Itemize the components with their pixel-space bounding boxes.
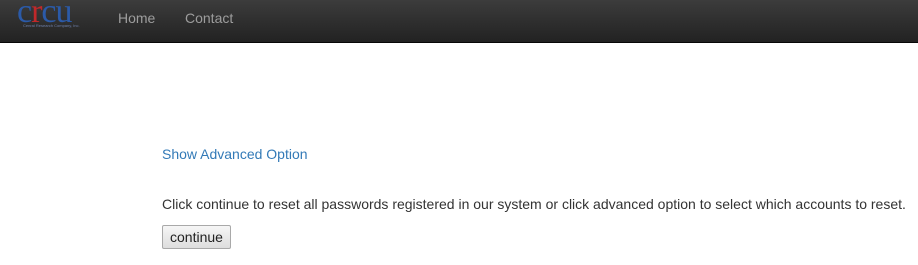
brand-logo[interactable]: crcu Cenral Research Company, Inc. <box>17 0 95 33</box>
top-navbar: crcu Cenral Research Company, Inc. Home … <box>0 0 918 43</box>
continue-button[interactable]: continue <box>162 225 231 249</box>
nav-link-home[interactable]: Home <box>118 10 155 26</box>
show-advanced-option-link[interactable]: Show Advanced Option <box>162 146 308 162</box>
brand-tagline: Cenral Research Company, Inc. <box>23 23 80 28</box>
nav-link-contact[interactable]: Contact <box>185 10 233 26</box>
reset-instructions: Click continue to reset all passwords re… <box>162 196 906 212</box>
